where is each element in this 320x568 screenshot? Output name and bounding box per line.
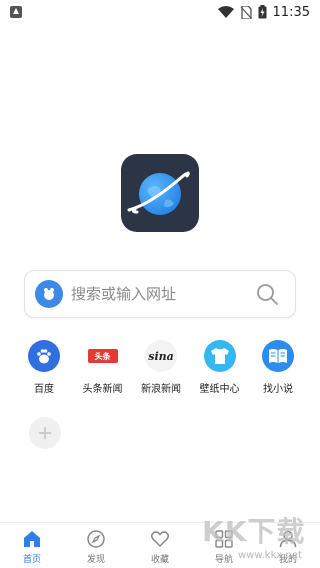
add-shortcut-button[interactable] <box>29 417 61 449</box>
status-icons: 11:35 <box>217 4 310 20</box>
no-sim-icon <box>240 5 252 19</box>
grid-icon <box>215 530 233 548</box>
search-bar[interactable] <box>24 270 296 318</box>
toutiao-badge: 头条 <box>87 349 118 363</box>
shortcut-label: 找小说 <box>263 384 293 395</box>
shortcut-label: 头条新闻 <box>82 384 123 395</box>
shortcut-wallpaper[interactable]: 壁纸中心 <box>192 340 248 395</box>
nav-label: 导航 <box>214 555 233 565</box>
nav-profile[interactable]: 我的 <box>263 529 313 565</box>
shortcut-label: 百度 <box>34 384 54 395</box>
notification-icon <box>10 6 22 18</box>
shortcut-sina[interactable]: sina 新浪新闻 <box>133 340 189 395</box>
bottom-nav: 首页 发现 收藏 导航 我的 <box>0 522 320 568</box>
home-icon <box>24 531 40 547</box>
clock: 11:35 <box>272 4 310 20</box>
shortcut-grid: 百度 头条 头条新闻 sina 新浪新闻 壁纸中心 找小说 <box>16 340 306 395</box>
heart-icon <box>150 531 170 548</box>
shortcut-label: 壁纸中心 <box>199 384 240 395</box>
nav-label: 首页 <box>22 555 41 565</box>
book-icon <box>262 340 294 372</box>
compass-icon <box>87 530 105 548</box>
nav-label: 发现 <box>86 555 105 565</box>
plus-icon <box>39 427 51 439</box>
shortcut-toutiao[interactable]: 头条 头条新闻 <box>75 340 131 395</box>
sina-badge: sina <box>148 349 174 363</box>
nav-label: 收藏 <box>150 555 169 565</box>
wifi-icon <box>217 6 234 18</box>
shortcut-baidu[interactable]: 百度 <box>16 340 72 395</box>
battery-icon <box>258 5 267 19</box>
nav-favorites[interactable]: 收藏 <box>135 529 185 565</box>
user-icon <box>279 530 297 548</box>
sina-icon: sina <box>145 340 177 372</box>
shortcut-label: 新浪新闻 <box>141 384 181 395</box>
tshirt-icon <box>203 340 236 372</box>
nav-label: 我的 <box>278 555 297 565</box>
shortcut-novel[interactable]: 找小说 <box>250 340 306 395</box>
baidu-paw-icon <box>28 340 60 372</box>
planet-icon <box>127 171 190 215</box>
nav-navigation[interactable]: 导航 <box>199 529 249 565</box>
browser-logo <box>121 154 199 232</box>
search-icon[interactable] <box>255 282 279 306</box>
nav-discover[interactable]: 发现 <box>71 529 121 565</box>
nav-home[interactable]: 首页 <box>7 529 57 565</box>
toutiao-icon: 头条 <box>87 340 119 372</box>
search-engine-icon[interactable] <box>35 280 63 308</box>
status-bar: 11:35 <box>0 0 320 24</box>
search-input[interactable] <box>71 285 255 303</box>
